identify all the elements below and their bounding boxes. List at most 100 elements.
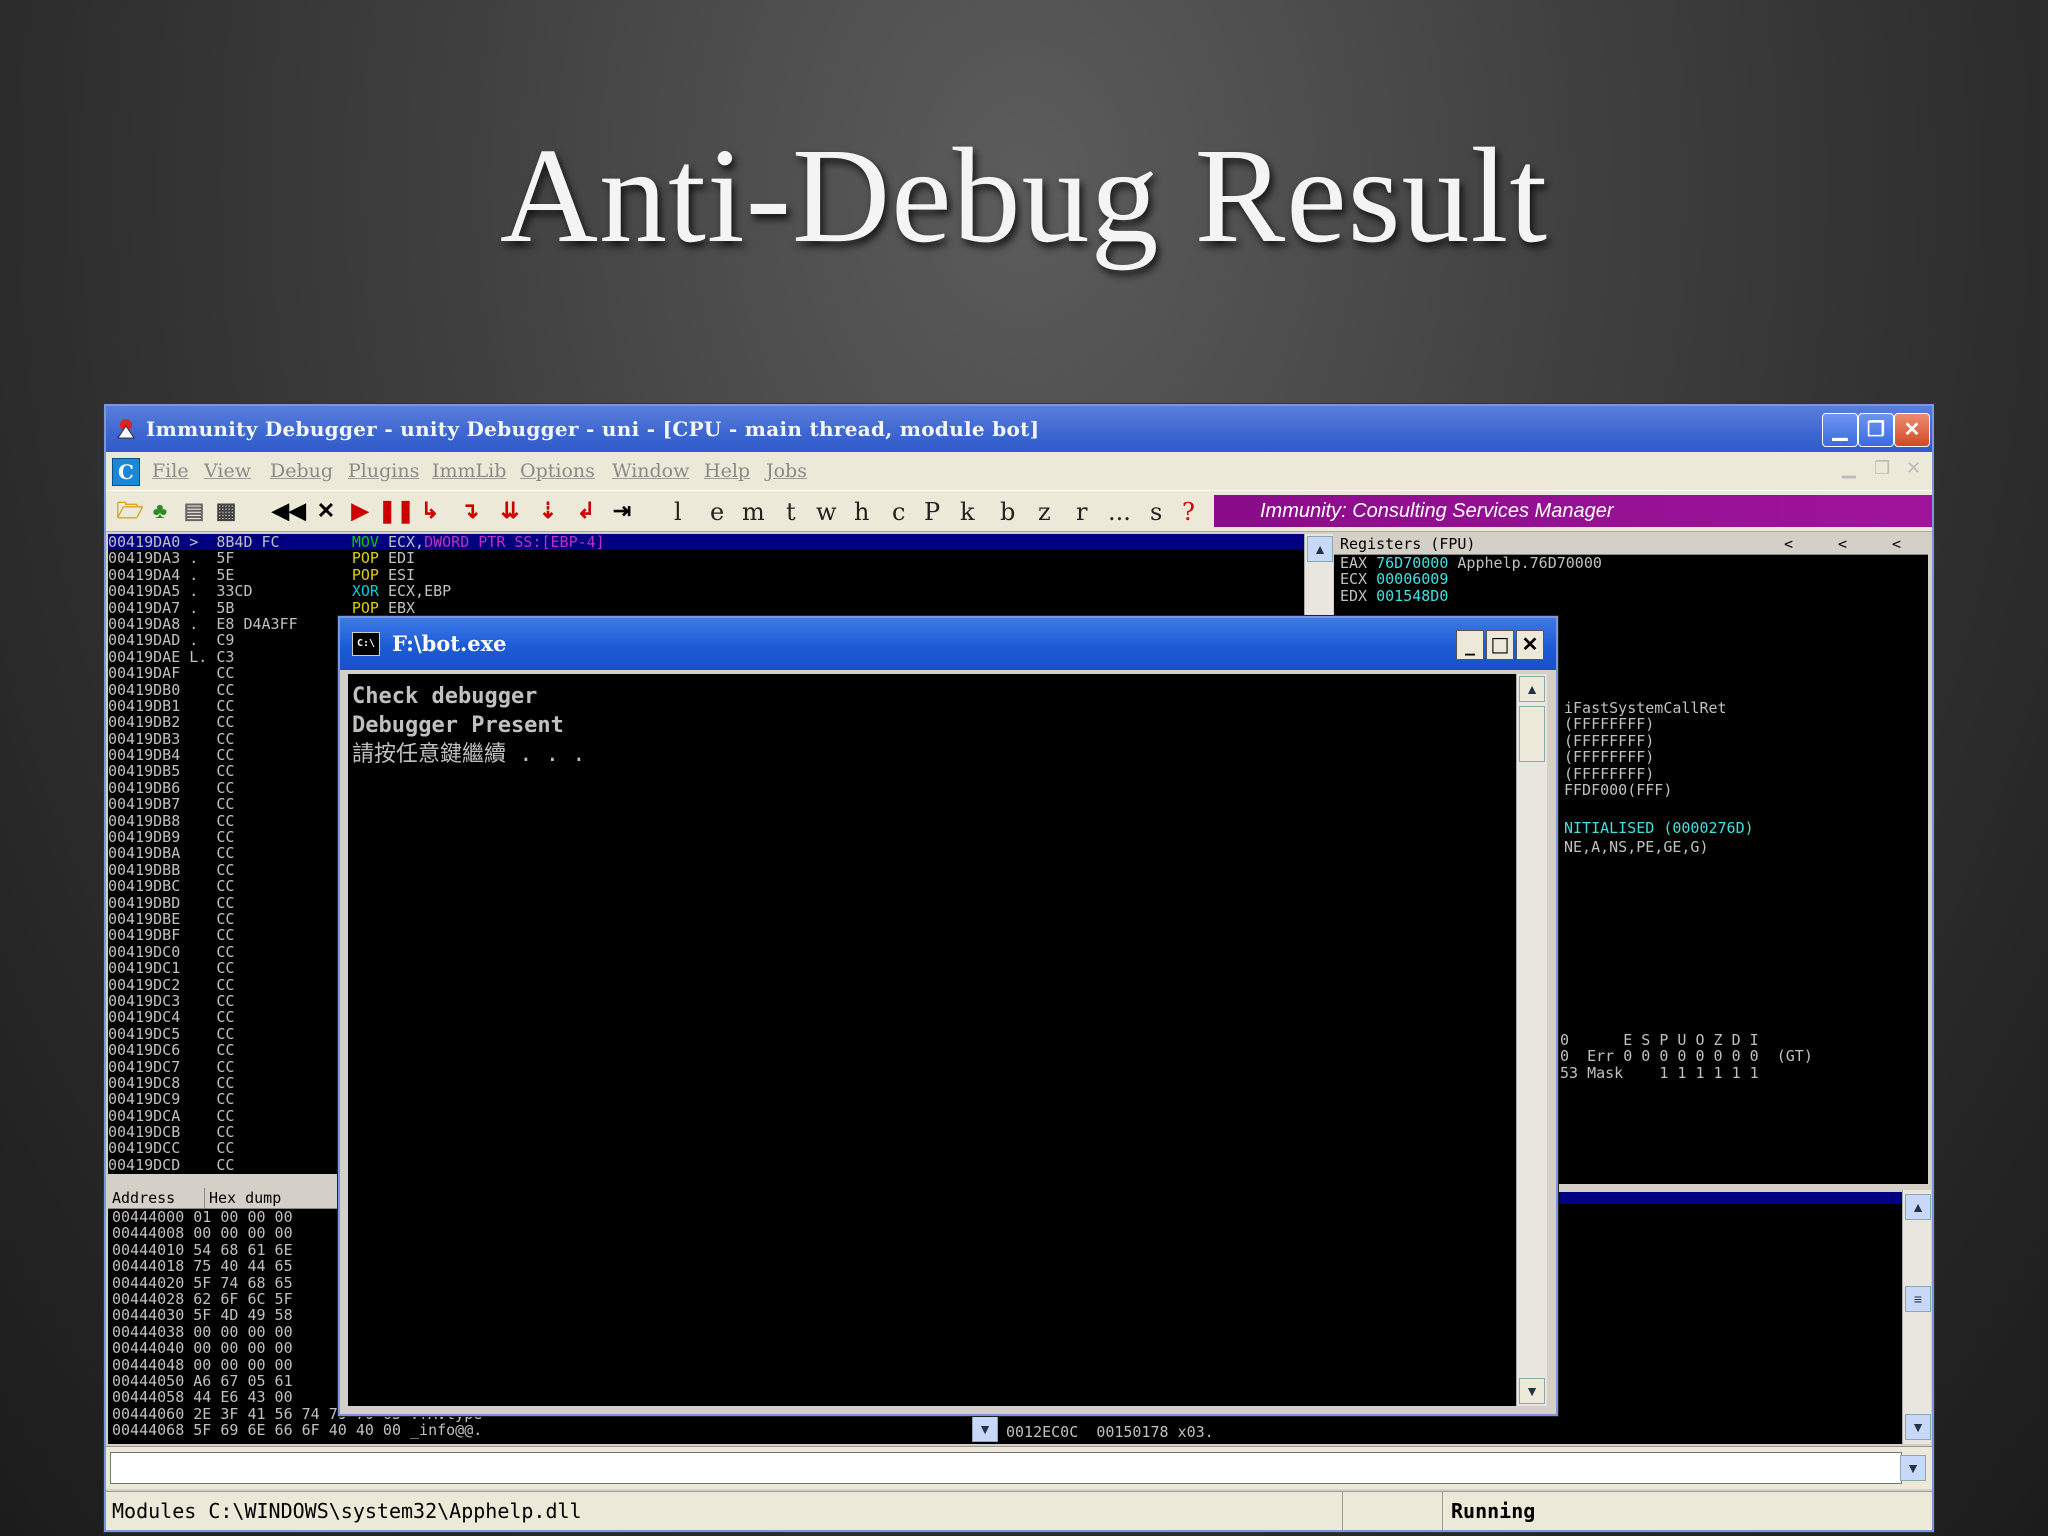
command-history-dropdown-icon[interactable]: ▼ <box>1900 1455 1926 1481</box>
pause-icon[interactable]: ❚❚ <box>378 497 415 525</box>
registers-nav-left-3-icon[interactable]: < <box>1892 534 1901 554</box>
disasm-row[interactable]: 00419DA4 . 5E POP ESI <box>108 567 1304 583</box>
tool-log[interactable]: l <box>674 498 682 526</box>
console-close-button[interactable]: ✕ <box>1516 630 1544 660</box>
run-icon[interactable]: ▶ <box>346 497 374 525</box>
mdi-close-icon[interactable]: ✕ <box>1906 458 1921 479</box>
dump-address: 00444040 <box>112 1339 194 1358</box>
console-window: C:\ F:\bot.exe _ □ ✕ Check debugger Debu… <box>338 616 1558 1416</box>
minimize-button[interactable]: ▁ <box>1822 413 1858 447</box>
stack-scroll-down-icon[interactable]: ▼ <box>1905 1414 1931 1440</box>
disasm-marker <box>189 1107 216 1125</box>
disassembly-scroll-up-icon[interactable]: ▲ <box>1307 536 1333 562</box>
disasm-marker <box>189 762 216 780</box>
dump-col-hex[interactable]: Hex dump <box>204 1188 281 1208</box>
disasm-address: 00419DA5 <box>108 582 190 601</box>
dump-scrollbar[interactable]: ▼ <box>970 1414 998 1444</box>
stack-scroll-up-icon[interactable]: ▲ <box>1905 1194 1931 1220</box>
disasm-marker <box>189 844 216 862</box>
stack-scrollbar[interactable]: ▲ ≡ ▼ <box>1902 1190 1931 1444</box>
tool-breakpoints[interactable]: b <box>1000 498 1015 526</box>
go-to-icon[interactable]: ⇥ <box>608 497 636 525</box>
mdi-restore-icon[interactable]: ❐ <box>1874 458 1890 479</box>
disasm-marker: . <box>189 631 217 650</box>
tool-windows[interactable]: w <box>816 498 837 526</box>
grid-icon[interactable]: ▦ <box>212 497 240 525</box>
menu-immlib[interactable]: ImmLib <box>432 460 506 482</box>
menu-jobs[interactable]: Jobs <box>766 460 807 482</box>
console-scroll-thumb[interactable] <box>1519 706 1545 762</box>
registers-nav-left-1-icon[interactable]: < <box>1784 534 1793 554</box>
disasm-hex: CC <box>216 1057 352 1076</box>
disasm-row[interactable]: 00419DA5 . 33CD XOR ECX,EBP <box>108 583 1304 599</box>
dump-scroll-down-icon[interactable]: ▼ <box>972 1416 998 1442</box>
window-icon[interactable]: ▤ <box>180 497 208 525</box>
menu-help[interactable]: Help <box>704 460 750 482</box>
step-over-icon[interactable]: ↴ <box>456 497 484 525</box>
menu-debug[interactable]: Debug <box>270 460 333 482</box>
dump-hex: 5F 4D 49 58 <box>193 1306 302 1325</box>
disasm-row[interactable]: 00419DA0 > 8B4D FC MOV ECX,DWORD PTR SS:… <box>108 534 1304 551</box>
console-scroll-down-icon[interactable]: ▼ <box>1519 1378 1545 1404</box>
command-bar: ▼ <box>106 1446 1932 1489</box>
step-into-icon[interactable]: ↳ <box>416 497 444 525</box>
disasm-marker <box>189 730 216 748</box>
tool-cpu[interactable]: c <box>892 498 905 526</box>
window-titlebar[interactable]: Immunity Debugger - unity Debugger - uni… <box>106 406 1932 452</box>
mdi-minimize-icon[interactable]: ▁ <box>1842 458 1856 479</box>
disasm-hex: C3 <box>216 647 352 666</box>
tool-help[interactable]: ? <box>1182 498 1195 526</box>
register-row[interactable]: EAX 76D70000 Apphelp.76D70000 <box>1340 555 1928 571</box>
tool-threads[interactable]: t <box>786 498 796 526</box>
console-titlebar[interactable]: C:\ F:\bot.exe _ □ ✕ <box>340 618 1556 670</box>
disasm-row[interactable]: 00419DA3 . 5F POP EDI <box>108 550 1304 566</box>
menu-options[interactable]: Options <box>520 460 595 482</box>
stack-scroll-thumb[interactable]: ≡ <box>1905 1286 1931 1312</box>
menu-file[interactable]: File <box>152 460 189 482</box>
cpu-window-icon[interactable]: C <box>112 458 140 486</box>
run-figure-icon[interactable]: ♣ <box>146 497 174 525</box>
close-button[interactable]: ✕ <box>1894 413 1930 447</box>
register-row[interactable]: EDX 001548D0 <box>1340 588 1928 604</box>
dump-col-address[interactable]: Address <box>112 1188 175 1208</box>
tool-source[interactable]: s <box>1150 498 1162 526</box>
disasm-mnemonic: POP <box>351 598 388 617</box>
tool-call-stack[interactable]: k <box>960 498 975 526</box>
disasm-row[interactable]: 00419DA7 . 5B POP EBX <box>108 598 1304 617</box>
console-scroll-up-icon[interactable]: ▲ <box>1519 676 1545 702</box>
restart-icon[interactable]: ◀◀ <box>272 497 306 525</box>
disasm-hex: CC <box>216 795 352 814</box>
tool-references[interactable]: r <box>1076 498 1087 526</box>
menu-plugins[interactable]: Plugins <box>348 460 419 482</box>
dump-hex: 00 00 00 00 <box>193 1322 302 1341</box>
stack-note: x03. <box>1177 1423 1214 1441</box>
command-input[interactable] <box>110 1452 1902 1484</box>
register-row[interactable]: ECX 00006009 <box>1340 571 1928 587</box>
disasm-marker <box>189 1139 216 1157</box>
tool-executable-modules[interactable]: e <box>710 498 724 526</box>
console-minimize-button[interactable]: _ <box>1456 630 1484 660</box>
close-program-icon[interactable]: ✕ <box>312 497 340 525</box>
trace-over-icon[interactable]: ⇣ <box>534 497 562 525</box>
tool-handles[interactable]: h <box>854 498 869 526</box>
tool-z[interactable]: z <box>1038 498 1051 526</box>
registers-nav-left-2-icon[interactable]: < <box>1838 534 1847 554</box>
console-maximize-button[interactable]: □ <box>1486 630 1514 660</box>
restore-button[interactable]: ❐ <box>1858 413 1894 447</box>
disasm-address: 00419DBF <box>108 926 190 945</box>
stack-row[interactable]: 0012EC0C 00150178 x03. <box>1006 1424 1214 1440</box>
menu-window[interactable]: Window <box>612 460 689 482</box>
console-scrollbar[interactable]: ▲ ▼ <box>1516 674 1547 1406</box>
trace-into-icon[interactable]: ⇊ <box>496 497 524 525</box>
tool-patches[interactable]: P <box>924 498 940 526</box>
disasm-operands: ECX,EBP <box>387 582 452 601</box>
dump-hex: 5F 69 6E 66 6F 40 40 00 <box>193 1421 411 1440</box>
consulting-banner[interactable]: Immunity: Consulting Services Manager <box>1214 495 1932 527</box>
menu-view[interactable]: View <box>204 460 251 482</box>
tool-memory[interactable]: m <box>742 498 765 526</box>
console-output[interactable]: Check debugger Debugger Present 請按任意鍵繼續 … <box>348 674 1518 1406</box>
dump-hex: 00 00 00 00 <box>193 1355 302 1374</box>
execute-till-return-icon[interactable]: ↲ <box>572 497 600 525</box>
tool-run-trace[interactable]: ... <box>1108 498 1131 526</box>
open-folder-icon[interactable]: 🗁 <box>116 497 144 525</box>
